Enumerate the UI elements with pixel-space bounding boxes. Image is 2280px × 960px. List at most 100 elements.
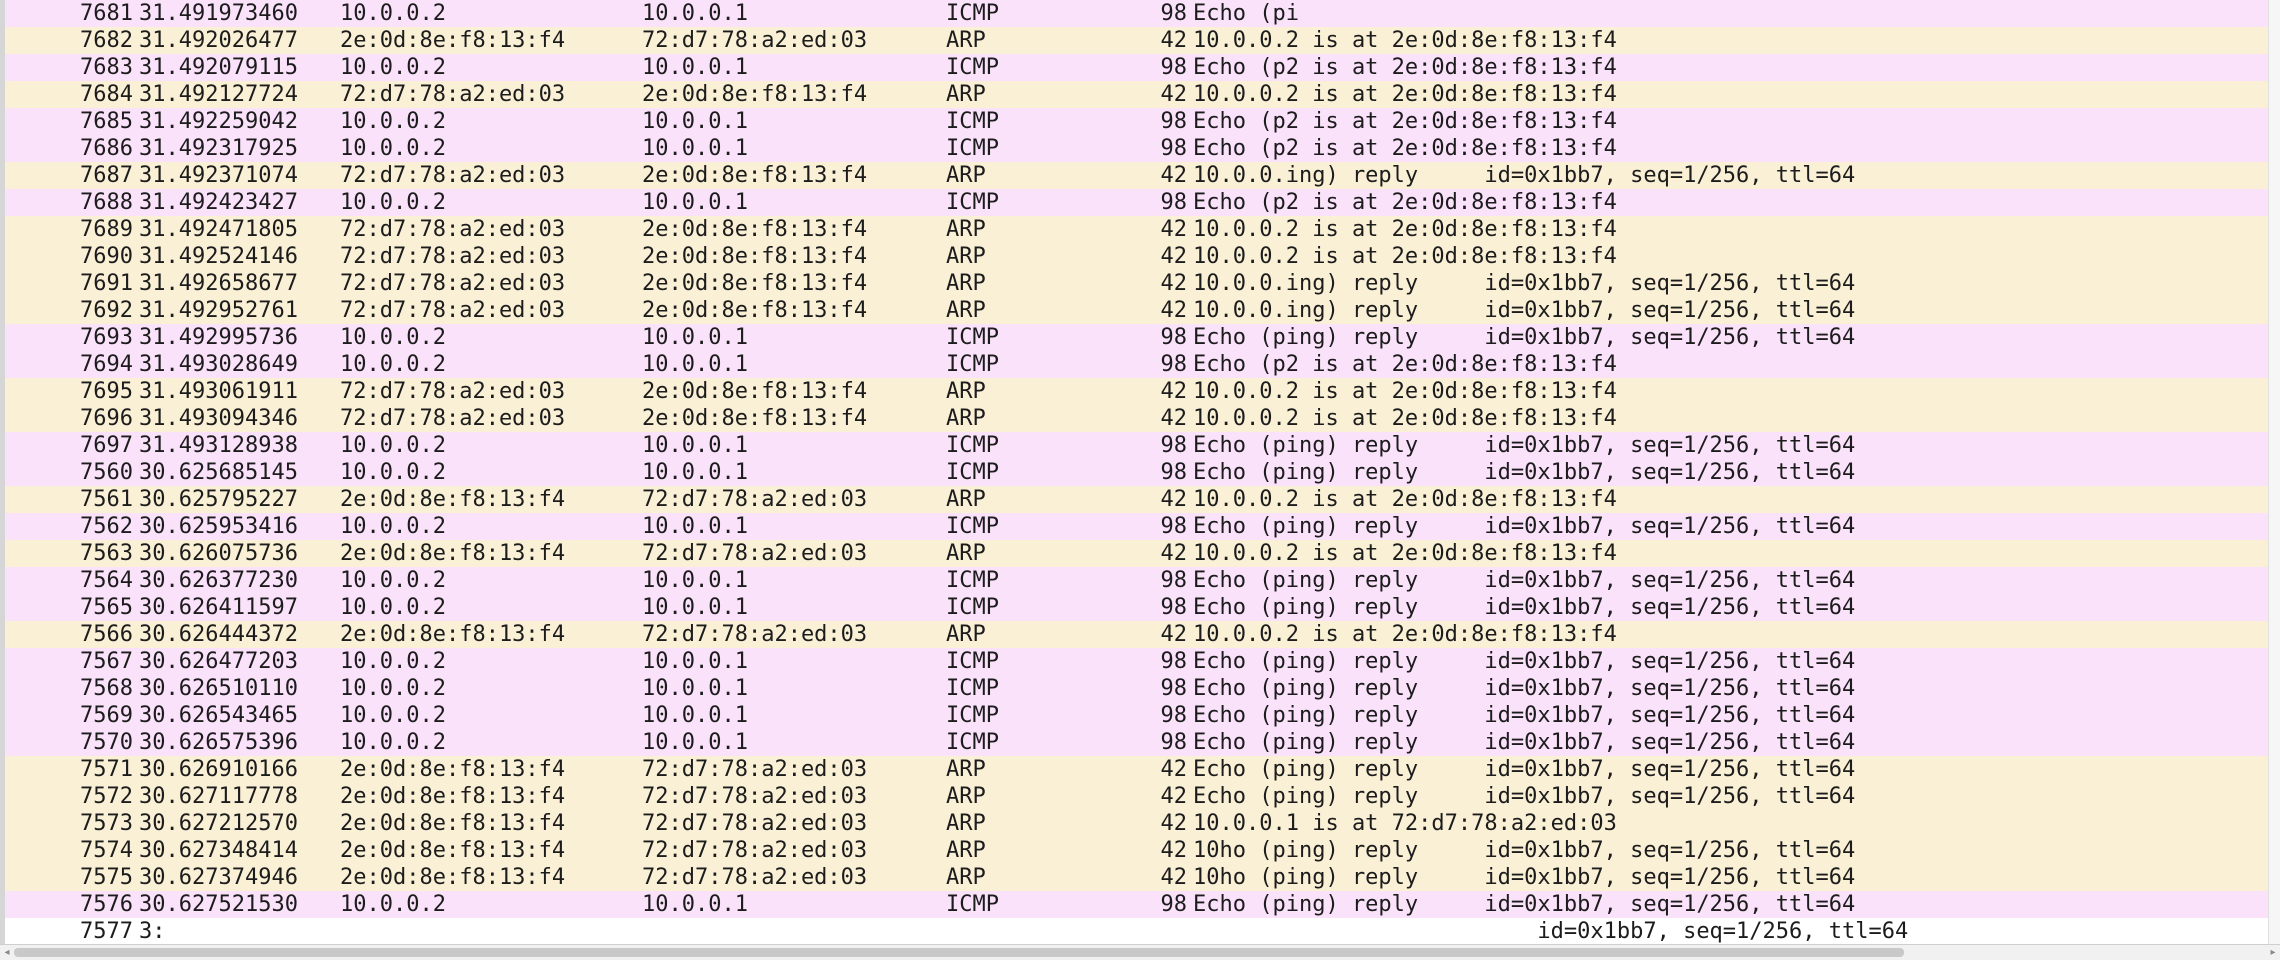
table-row[interactable]: 7561 30.625795227 2e:0d:8e:f8:13:f4 72:d7:7… xyxy=(5,486,2280,513)
packet-destination: 72:d7:78:a2:ed:03 xyxy=(642,838,868,863)
packet-source: 10.0.0.2 xyxy=(340,649,446,674)
vertical-scrollbar[interactable] xyxy=(2268,0,2280,944)
packet-protocol: ARP xyxy=(946,244,986,269)
packet-source: 10.0.0.2 xyxy=(340,676,446,701)
packet-protocol: ICMP xyxy=(946,190,999,215)
table-row[interactable]: 7569 30.626543465 10.0.0.2 10.0.0.1 ICMP 98 Ec… xyxy=(5,702,2280,729)
chevron-right-icon[interactable]: ▸ xyxy=(2266,945,2280,960)
table-row[interactable]: 7573 30.627212570 2e:0d:8e:f8:13:f4 72:d7:7… xyxy=(5,810,2280,837)
packet-info: Echo (ping) reply id=0x1bb7, seq=1/256, … xyxy=(1193,514,1856,539)
packet-info: Echo (p2 is at 2e:0d:8e:f8:13:f4 xyxy=(1193,136,1617,161)
packet-destination: 10.0.0.1 xyxy=(642,703,748,728)
table-row[interactable]: 7686 31.492317925 10.0.0.2 10.0.0.1 ICMP 98 Ec… xyxy=(5,135,2280,162)
table-row[interactable]: 7566 30.626444372 2e:0d:8e:f8:13:f4 72:d7:7… xyxy=(5,621,2280,648)
table-row[interactable]: 7693 31.492995736 10.0.0.2 10.0.0.1 ICMP 98 Ec… xyxy=(5,324,2280,351)
packet-source: 2e:0d:8e:f8:13:f4 xyxy=(340,811,566,836)
packet-protocol: ARP xyxy=(946,163,986,188)
table-row[interactable]: 7690 31.492524146 72:d7:78:a2:ed:03 2e:0d:8… xyxy=(5,243,2280,270)
table-row[interactable]: 7687 31.492371074 72:d7:78:a2:ed:03 2e:0d:8… xyxy=(5,162,2280,189)
packet-time: 30.626377230 xyxy=(139,568,298,593)
table-row[interactable]: 7562 30.625953416 10.0.0.2 10.0.0.1 ICMP 98 Ec… xyxy=(5,513,2280,540)
packet-protocol: ICMP xyxy=(946,1,999,26)
table-row[interactable]: 7683 31.492079115 10.0.0.2 10.0.0.1 ICMP 98 Ec… xyxy=(5,54,2280,81)
table-row[interactable]: 7572 30.627117778 2e:0d:8e:f8:13:f4 72:d7:7… xyxy=(5,783,2280,810)
packet-protocol: ICMP xyxy=(946,676,999,701)
scrollbar-thumb[interactable] xyxy=(14,948,1904,957)
table-row[interactable]: 7574 30.627348414 2e:0d:8e:f8:13:f4 72:d7:7… xyxy=(5,837,2280,864)
packet-number: 7688 xyxy=(80,190,133,215)
packet-protocol: ARP xyxy=(946,82,986,107)
packet-number: 7693 xyxy=(80,325,133,350)
table-row[interactable]: 7688 31.492423427 10.0.0.2 10.0.0.1 ICMP 98 Ec… xyxy=(5,189,2280,216)
table-row[interactable]: 7684 31.492127724 72:d7:78:a2:ed:03 2e:0d:8… xyxy=(5,81,2280,108)
table-row[interactable]: 7576 30.627521530 10.0.0.2 10.0.0.1 ICMP 98 Ec… xyxy=(5,891,2280,918)
packet-source: 10.0.0.2 xyxy=(340,190,446,215)
packet-destination: 10.0.0.1 xyxy=(642,190,748,215)
packet-info: 10.0.0.ing) reply id=0x1bb7, seq=1/256, … xyxy=(1193,163,1856,188)
packet-length: 42 xyxy=(1160,406,1188,431)
table-row[interactable]: 7567 30.626477203 10.0.0.2 10.0.0.1 ICMP 98 Ec… xyxy=(5,648,2280,675)
packet-list[interactable]: 7681 31.491973460 10.0.0.2 10.0.0.1 ICMP 98 Ec… xyxy=(0,0,2280,944)
packet-time: 30.626510110 xyxy=(139,676,298,701)
packet-length: 42 xyxy=(1160,244,1188,269)
packet-info: Echo (ping) reply id=0x1bb7, seq=1/256, … xyxy=(1193,325,1856,350)
table-row[interactable]: 7695 31.493061911 72:d7:78:a2:ed:03 2e:0d:8… xyxy=(5,378,2280,405)
packet-source: 72:d7:78:a2:ed:03 xyxy=(340,217,566,242)
packet-info: Echo (p2 is at 2e:0d:8e:f8:13:f4 xyxy=(1193,55,1617,80)
packet-info: 10.0.0.2 is at 2e:0d:8e:f8:13:f4 xyxy=(1193,379,1617,404)
packet-number: 7685 xyxy=(80,109,133,134)
packet-source: 2e:0d:8e:f8:13:f4 xyxy=(340,622,566,647)
packet-destination: 10.0.0.1 xyxy=(642,460,748,485)
table-row[interactable]: 7694 31.493028649 10.0.0.2 10.0.0.1 ICMP 98 Ec… xyxy=(5,351,2280,378)
packet-source: 72:d7:78:a2:ed:03 xyxy=(340,82,566,107)
packet-info: Echo (ping) reply id=0x1bb7, seq=1/256, … xyxy=(1193,730,1856,755)
packet-protocol: ARP xyxy=(946,757,986,782)
packet-time: 30.625795227 xyxy=(139,487,298,512)
table-row[interactable]: 7697 31.493128938 10.0.0.2 10.0.0.1 ICMP 98 Ec… xyxy=(5,432,2280,459)
packet-protocol: ARP xyxy=(946,784,986,809)
packet-number: 7567 xyxy=(80,649,133,674)
table-row[interactable]: 7577 3: id=0x1bb7, seq=1/256, ttl=64 xyxy=(5,918,2280,944)
packet-source: 72:d7:78:a2:ed:03 xyxy=(340,271,566,296)
chevron-left-icon[interactable]: ◂ xyxy=(0,945,14,960)
packet-destination: 10.0.0.1 xyxy=(642,568,748,593)
table-row[interactable]: 7682 31.492026477 2e:0d:8e:f8:13:f4 72:d7:7… xyxy=(5,27,2280,54)
table-row[interactable]: 7560 30.625685145 10.0.0.2 10.0.0.1 ICMP 98 Ec… xyxy=(5,459,2280,486)
horizontal-scrollbar[interactable]: ◂ ▸ xyxy=(0,944,2280,960)
table-row[interactable]: 7691 31.492658677 72:d7:78:a2:ed:03 2e:0d:8… xyxy=(5,270,2280,297)
table-row[interactable]: 7568 30.626510110 10.0.0.2 10.0.0.1 ICMP 98 Ec… xyxy=(5,675,2280,702)
table-row[interactable]: 7565 30.626411597 10.0.0.2 10.0.0.1 ICMP 98 Ec… xyxy=(5,594,2280,621)
table-row[interactable]: 7571 30.626910166 2e:0d:8e:f8:13:f4 72:d7:7… xyxy=(5,756,2280,783)
table-row[interactable]: 7689 31.492471805 72:d7:78:a2:ed:03 2e:0d:8… xyxy=(5,216,2280,243)
table-row[interactable]: 7692 31.492952761 72:d7:78:a2:ed:03 2e:0d:8… xyxy=(5,297,2280,324)
table-row[interactable]: 7563 30.626075736 2e:0d:8e:f8:13:f4 72:d7:7… xyxy=(5,540,2280,567)
packet-destination: 2e:0d:8e:f8:13:f4 xyxy=(642,379,868,404)
table-row[interactable]: 7564 30.626377230 10.0.0.2 10.0.0.1 ICMP 98 Ec… xyxy=(5,567,2280,594)
packet-info: 10.0.0.1 is at 72:d7:78:a2:ed:03 xyxy=(1193,811,1617,836)
packet-protocol: ARP xyxy=(946,541,986,566)
table-row[interactable]: 7696 31.493094346 72:d7:78:a2:ed:03 2e:0d:8… xyxy=(5,405,2280,432)
packet-time: 31.492658677 xyxy=(139,271,298,296)
packet-source: 72:d7:78:a2:ed:03 xyxy=(340,406,566,431)
packet-protocol: ARP xyxy=(946,406,986,431)
table-row[interactable]: 7575 30.627374946 2e:0d:8e:f8:13:f4 72:d7:7… xyxy=(5,864,2280,891)
table-row[interactable]: 7685 31.492259042 10.0.0.2 10.0.0.1 ICMP 98 Ec… xyxy=(5,108,2280,135)
packet-length: 42 xyxy=(1160,271,1188,296)
packet-length: 98 xyxy=(1160,136,1188,161)
packet-protocol: ICMP xyxy=(946,136,999,161)
table-row[interactable]: 7570 30.626575396 10.0.0.2 10.0.0.1 ICMP 98 Ec… xyxy=(5,729,2280,756)
packet-info: 10.0.0.2 is at 2e:0d:8e:f8:13:f4 xyxy=(1193,217,1617,242)
packet-destination: 2e:0d:8e:f8:13:f4 xyxy=(642,217,868,242)
packet-source: 2e:0d:8e:f8:13:f4 xyxy=(340,784,566,809)
packet-destination: 10.0.0.1 xyxy=(642,109,748,134)
table-row[interactable]: 7681 31.491973460 10.0.0.2 10.0.0.1 ICMP 98 Ec… xyxy=(5,0,2280,27)
packet-info: 10.0.0.2 is at 2e:0d:8e:f8:13:f4 xyxy=(1193,541,1617,566)
packet-number: 7564 xyxy=(80,568,133,593)
packet-info: 10ho (ping) reply id=0x1bb7, seq=1/256, … xyxy=(1193,865,1856,890)
packet-number: 7689 xyxy=(80,217,133,242)
packet-number: 7683 xyxy=(80,55,133,80)
packet-length: 98 xyxy=(1160,109,1188,134)
packet-number: 7561 xyxy=(80,487,133,512)
packet-time: 31.492317925 xyxy=(139,136,298,161)
packet-info: Echo (ping) reply id=0x1bb7, seq=1/256, … xyxy=(1193,649,1856,674)
